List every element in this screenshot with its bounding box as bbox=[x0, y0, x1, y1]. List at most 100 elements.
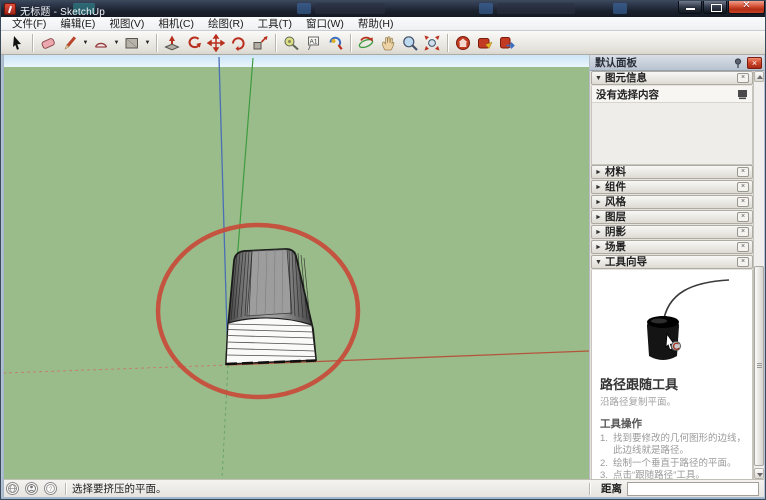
tray-title-bar[interactable]: 默认面板 × bbox=[590, 55, 765, 71]
details-toggle-icon[interactable] bbox=[737, 89, 748, 100]
section-label: 场景 bbox=[605, 241, 737, 253]
titlebar-glass-artifact bbox=[315, 3, 385, 14]
arc-icon[interactable] bbox=[90, 32, 112, 54]
menu-camera[interactable]: 相机(C) bbox=[151, 17, 201, 31]
close-button[interactable]: ✕ bbox=[728, 1, 765, 14]
zoom-extents-icon[interactable] bbox=[421, 32, 443, 54]
follow-me-icon[interactable] bbox=[183, 32, 205, 54]
scroll-down-icon[interactable] bbox=[754, 468, 764, 479]
instructor-body: 路径跟随工具 沿路径复制平面。 工具操作 找到要修改的几何图形的边线，此边线就是… bbox=[591, 270, 753, 479]
tray-dock: ▼ 图元信息 × 没有选择内容 ► 材料 × ► 组件 bbox=[590, 71, 754, 479]
menu-window[interactable]: 窗口(W) bbox=[299, 17, 351, 31]
detach-icon[interactable]: × bbox=[737, 167, 749, 177]
chevron-down-icon: ▼ bbox=[595, 259, 605, 266]
zoom-icon[interactable] bbox=[399, 32, 421, 54]
tray-title: 默认面板 bbox=[590, 55, 732, 70]
detach-icon[interactable]: × bbox=[737, 242, 749, 252]
sketchup-window: 无标题 - SketchUp ✕ 文件(F) 编辑(E) 视图(V) 相机(C)… bbox=[0, 0, 766, 500]
tray-close-button[interactable]: × bbox=[747, 57, 762, 69]
instructor-tool-subtitle: 沿路径复制平面。 bbox=[592, 393, 752, 412]
titlebar-glass-artifact bbox=[297, 3, 311, 14]
instructor-steps: 找到要修改的几何图形的边线，此边线就是路径。 绘制一个垂直于路径的平面。 点击“… bbox=[592, 433, 752, 479]
section-instructor[interactable]: ▼ 工具向导 × bbox=[591, 255, 753, 269]
menu-edit[interactable]: 编辑(E) bbox=[53, 17, 102, 31]
detach-icon[interactable]: × bbox=[737, 212, 749, 222]
section-label: 图层 bbox=[605, 211, 737, 223]
section-scenes[interactable]: ► 场景 × bbox=[591, 240, 753, 254]
menu-view[interactable]: 视图(V) bbox=[102, 17, 151, 31]
scrollbar-thumb[interactable] bbox=[754, 266, 764, 466]
extension-warehouse-icon[interactable] bbox=[496, 32, 518, 54]
share-model-icon[interactable] bbox=[474, 32, 496, 54]
move-icon[interactable] bbox=[205, 32, 227, 54]
section-materials[interactable]: ► 材料 × bbox=[591, 165, 753, 179]
pencil-icon[interactable] bbox=[59, 32, 81, 54]
section-label: 组件 bbox=[605, 181, 737, 193]
paint-bucket-icon[interactable] bbox=[324, 32, 346, 54]
section-components[interactable]: ► 组件 × bbox=[591, 180, 753, 194]
chevron-down-icon: ▼ bbox=[595, 75, 605, 82]
menu-draw[interactable]: 绘图(R) bbox=[201, 17, 251, 31]
section-layers[interactable]: ► 图层 × bbox=[591, 210, 753, 224]
get-models-icon[interactable] bbox=[452, 32, 474, 54]
maximize-button[interactable] bbox=[703, 1, 727, 14]
section-label: 图元信息 bbox=[605, 72, 737, 84]
model-viewport[interactable] bbox=[4, 55, 589, 479]
entity-info-body: 没有选择内容 bbox=[591, 86, 753, 165]
detach-icon[interactable]: × bbox=[737, 182, 749, 192]
section-styles[interactable]: ► 风格 × bbox=[591, 195, 753, 209]
detach-icon[interactable]: × bbox=[737, 197, 749, 207]
minimize-button[interactable] bbox=[678, 1, 702, 14]
detach-icon[interactable]: × bbox=[737, 257, 749, 267]
push-pull-icon[interactable] bbox=[161, 32, 183, 54]
credit-attribution-icon[interactable] bbox=[25, 482, 38, 495]
toolbar-separator bbox=[275, 34, 276, 52]
geolocation-icon[interactable] bbox=[6, 482, 19, 495]
pan-icon[interactable] bbox=[377, 32, 399, 54]
scale-icon[interactable] bbox=[249, 32, 271, 54]
menu-help[interactable]: 帮助(H) bbox=[351, 17, 401, 31]
toolbar: ▼ ▼ ▼ bbox=[1, 31, 766, 55]
close-icon: ✕ bbox=[729, 1, 764, 11]
section-label: 材料 bbox=[605, 166, 737, 178]
statusbar-separator bbox=[589, 483, 590, 495]
rectangle-icon[interactable] bbox=[121, 32, 143, 54]
instructor-operations-title: 工具操作 bbox=[592, 412, 752, 433]
text-label-icon[interactable]: A1 bbox=[302, 32, 324, 54]
detach-icon[interactable]: × bbox=[737, 227, 749, 237]
rectangle-dropdown-icon[interactable]: ▼ bbox=[143, 32, 152, 54]
default-tray-panel: 默认面板 × ▼ 图元信息 × 没有选择内容 bbox=[589, 55, 764, 479]
menu-file[interactable]: 文件(F) bbox=[5, 17, 53, 31]
sketchup-logo-icon bbox=[4, 3, 16, 15]
measurement-input[interactable] bbox=[627, 482, 759, 496]
arc-dropdown-icon[interactable]: ▼ bbox=[112, 32, 121, 54]
rotate-icon[interactable] bbox=[227, 32, 249, 54]
toolbar-separator bbox=[350, 34, 351, 52]
select-icon[interactable] bbox=[6, 32, 28, 54]
menu-bar: 文件(F) 编辑(E) 视图(V) 相机(C) 绘图(R) 工具(T) 窗口(W… bbox=[1, 17, 766, 31]
titlebar-glass-artifact bbox=[479, 3, 493, 14]
section-label: 工具向导 bbox=[605, 256, 737, 268]
pin-icon[interactable] bbox=[732, 57, 744, 69]
chevron-right-icon: ► bbox=[595, 199, 605, 206]
scroll-up-icon[interactable] bbox=[754, 71, 764, 82]
close-icon: × bbox=[752, 58, 757, 68]
detach-icon[interactable]: × bbox=[737, 73, 749, 83]
title-bar[interactable]: 无标题 - SketchUp ✕ bbox=[1, 1, 766, 17]
toolbar-separator bbox=[156, 34, 157, 52]
panel-scrollbar[interactable] bbox=[753, 71, 764, 479]
toolbar-separator bbox=[447, 34, 448, 52]
tape-measure-icon[interactable] bbox=[280, 32, 302, 54]
section-label: 阴影 bbox=[605, 226, 737, 238]
menu-tools[interactable]: 工具(T) bbox=[251, 17, 299, 31]
section-entity-info[interactable]: ▼ 图元信息 × bbox=[591, 71, 753, 85]
status-hint-text: 选择要挤压的平面。 bbox=[72, 481, 167, 496]
help-icon[interactable]: ? bbox=[44, 482, 57, 495]
orbit-icon[interactable] bbox=[355, 32, 377, 54]
section-shadows[interactable]: ► 阴影 × bbox=[591, 225, 753, 239]
titlebar-glass-artifact bbox=[613, 3, 627, 14]
pencil-dropdown-icon[interactable]: ▼ bbox=[81, 32, 90, 54]
eraser-icon[interactable] bbox=[37, 32, 59, 54]
instructor-step: 找到要修改的几何图形的边线，此边线就是路径。 bbox=[600, 433, 746, 458]
measurement-label: 距离 bbox=[601, 481, 622, 496]
